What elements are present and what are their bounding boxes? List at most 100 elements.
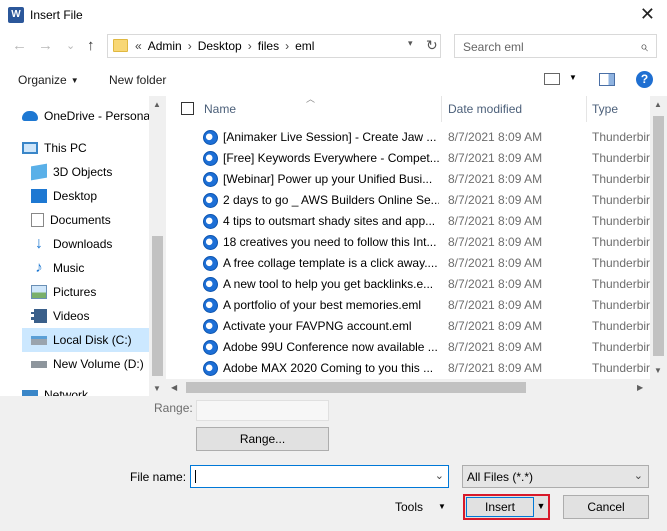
file-row[interactable]: Adobe 99U Conference now available ... 8…: [166, 337, 650, 358]
sidebar-item-local-disk-c[interactable]: Local Disk (C:): [22, 328, 149, 352]
title-bar: W Insert File ✕: [0, 0, 667, 30]
sidebar-item-label: Videos: [53, 309, 90, 323]
sidebar-item-label: This PC: [44, 141, 87, 155]
close-icon[interactable]: ✕: [640, 4, 655, 24]
scroll-up-icon[interactable]: ▲: [153, 100, 161, 109]
recent-locations-icon[interactable]: ⌄: [66, 38, 75, 54]
breadcrumb-item-eml[interactable]: eml: [292, 39, 317, 53]
file-row[interactable]: Activate your FAVPNG account.eml 8/7/202…: [166, 316, 650, 337]
organize-menu[interactable]: Organize ▼: [18, 73, 79, 87]
view-dropdown-icon[interactable]: ▼: [569, 73, 577, 82]
new-folder-button[interactable]: New folder: [109, 73, 166, 87]
thunderbird-file-icon: [203, 256, 218, 271]
back-arrow-icon[interactable]: ←: [12, 38, 27, 54]
sidebar-item-desktop[interactable]: Desktop: [31, 184, 149, 208]
file-type: Thunderbird: [592, 151, 650, 165]
file-date: 8/7/2021 8:09 AM: [448, 361, 543, 375]
refresh-icon[interactable]: ↻: [426, 37, 438, 54]
range-label: Range:: [154, 401, 193, 415]
horizontal-scroll-thumb[interactable]: [186, 382, 526, 393]
help-icon[interactable]: ?: [636, 71, 653, 88]
file-row[interactable]: [Animaker Live Session] - Create Jaw ...…: [166, 127, 650, 148]
preview-pane-icon[interactable]: [599, 73, 615, 86]
scroll-right-icon[interactable]: ▶: [637, 383, 643, 392]
file-row[interactable]: A portfolio of your best memories.eml 8/…: [166, 295, 650, 316]
column-header-name[interactable]: Name: [204, 96, 236, 122]
file-list-horizontal-scrollbar[interactable]: ◀ ▶: [166, 379, 667, 396]
file-name: A free collage template is a click away.…: [223, 256, 438, 270]
drive-icon: [31, 360, 47, 368]
column-header-type[interactable]: Type: [592, 96, 618, 122]
file-row[interactable]: Adobe MAX 2020 Coming to you this ... 8/…: [166, 358, 650, 379]
file-list: ︿ Name Date modified Type [Animaker Live…: [166, 96, 667, 396]
tools-dropdown-icon[interactable]: ▼: [438, 502, 446, 511]
column-divider[interactable]: [441, 96, 442, 122]
breadcrumb-item-admin[interactable]: Admin: [145, 39, 185, 53]
file-name: [Webinar] Power up your Unified Busi...: [223, 172, 433, 186]
cancel-button[interactable]: Cancel: [563, 495, 649, 519]
breadcrumb-item-files[interactable]: files: [255, 39, 282, 53]
sidebar-item-music[interactable]: ♪ Music: [31, 256, 149, 280]
sidebar-item-pictures[interactable]: Pictures: [31, 280, 149, 304]
scroll-down-icon[interactable]: ▼: [153, 384, 161, 393]
forward-arrow-icon[interactable]: →: [38, 38, 53, 54]
thunderbird-file-icon: [203, 151, 218, 166]
search-box[interactable]: Search eml ⌕: [454, 34, 657, 58]
address-bar[interactable]: « Admin › Desktop › files › eml ▾ ↻: [107, 34, 441, 58]
file-row[interactable]: 2 days to go _ AWS Builders Online Se...…: [166, 190, 650, 211]
file-date: 8/7/2021 8:09 AM: [448, 277, 543, 291]
file-row[interactable]: [Free] Keywords Everywhere - Compet... 8…: [166, 148, 650, 169]
file-list-vertical-scrollbar[interactable]: ▲ ▼: [650, 96, 667, 379]
insert-button[interactable]: Insert: [466, 497, 534, 517]
column-header-date[interactable]: Date modified: [448, 96, 522, 122]
vertical-scroll-thumb[interactable]: [653, 116, 664, 356]
sidebar-item-3d-objects[interactable]: 3D Objects: [31, 160, 149, 184]
sidebar-item-label: Downloads: [53, 237, 113, 251]
sidebar-item-onedrive[interactable]: OneDrive - Personal: [22, 104, 153, 128]
chevron-right-icon: ›: [247, 39, 252, 53]
file-row[interactable]: [Webinar] Power up your Unified Busi... …: [166, 169, 650, 190]
file-row[interactable]: A free collage template is a click away.…: [166, 253, 650, 274]
file-row[interactable]: A new tool to help you get backlinks.e..…: [166, 274, 650, 295]
sidebar-scrollbar[interactable]: ▲ ▼: [149, 96, 166, 396]
thunderbird-file-icon: [203, 319, 218, 334]
sidebar-item-new-volume-d[interactable]: New Volume (D:): [31, 352, 149, 376]
thunderbird-file-icon: [203, 214, 218, 229]
sidebar-item-this-pc[interactable]: This PC: [22, 136, 149, 160]
column-divider[interactable]: [586, 96, 587, 122]
select-all-checkbox[interactable]: [181, 102, 194, 115]
file-row[interactable]: 4 tips to outsmart shady sites and app..…: [166, 211, 650, 232]
file-type: Thunderbird: [592, 340, 650, 354]
file-date: 8/7/2021 8:09 AM: [448, 151, 543, 165]
file-type-select[interactable]: All Files (*.*) ⌄: [462, 465, 649, 488]
up-arrow-icon[interactable]: ↑: [87, 38, 95, 54]
sidebar-item-documents[interactable]: Documents: [31, 208, 149, 232]
file-type: Thunderbird: [592, 193, 650, 207]
cloud-icon: [22, 111, 38, 121]
text-cursor: [195, 470, 196, 483]
file-name-field[interactable]: ⌄: [190, 465, 449, 488]
scroll-up-icon[interactable]: ▲: [654, 100, 662, 109]
music-icon: ♪: [35, 259, 43, 276]
download-icon: ↓: [35, 235, 43, 252]
insert-options-dropdown-icon[interactable]: ▼: [535, 497, 547, 517]
breadcrumb-item-desktop[interactable]: Desktop: [195, 39, 245, 53]
file-row[interactable]: 18 creatives you need to follow this Int…: [166, 232, 650, 253]
address-dropdown-icon[interactable]: ▾: [408, 38, 413, 49]
view-options-icon[interactable]: [544, 73, 560, 85]
search-icon[interactable]: ⌕: [640, 38, 648, 55]
range-button[interactable]: Range...: [196, 427, 329, 451]
sidebar-item-videos[interactable]: Videos: [31, 304, 149, 328]
sidebar-item-network[interactable]: Network: [22, 383, 149, 396]
pictures-icon: [31, 285, 47, 299]
sidebar-item-downloads[interactable]: ↓ Downloads: [31, 232, 149, 256]
breadcrumb-overflow[interactable]: «: [132, 39, 145, 53]
tools-menu[interactable]: Tools: [395, 500, 423, 514]
file-date: 8/7/2021 8:09 AM: [448, 235, 543, 249]
scroll-down-icon[interactable]: ▼: [654, 366, 662, 375]
sidebar-scroll-thumb[interactable]: [152, 236, 163, 376]
file-date: 8/7/2021 8:09 AM: [448, 193, 543, 207]
chevron-down-icon[interactable]: ⌄: [435, 469, 444, 482]
scroll-left-icon[interactable]: ◀: [171, 383, 177, 392]
search-input[interactable]: Search eml: [463, 40, 524, 54]
